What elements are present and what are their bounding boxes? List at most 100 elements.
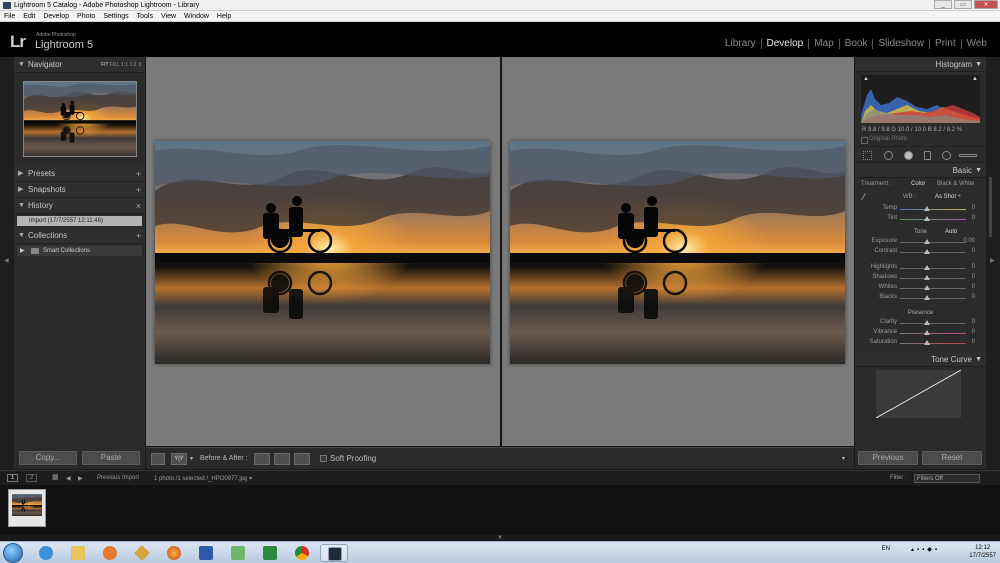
collapse-right-icon[interactable]: ▶ bbox=[990, 257, 995, 264]
previous-button[interactable]: Previous bbox=[858, 451, 918, 465]
temp-value[interactable]: 0 bbox=[972, 205, 975, 211]
wb-eyedropper-icon[interactable]: ⁄ bbox=[863, 192, 865, 202]
menu-settings[interactable]: Settings bbox=[99, 13, 132, 20]
tone-auto-button[interactable]: Auto bbox=[945, 227, 957, 237]
before-after-view-button[interactable]: Y|Y bbox=[171, 453, 187, 465]
zoom-more[interactable]: ⇕ bbox=[138, 62, 142, 68]
taskbar-explorer[interactable] bbox=[64, 544, 92, 562]
snapshots-header[interactable]: ▶ Snapshots + bbox=[14, 182, 145, 198]
temp-slider[interactable]: Temp 0 bbox=[855, 204, 986, 214]
copy-after-to-before-icon[interactable] bbox=[274, 453, 290, 465]
module-book[interactable]: Book bbox=[840, 39, 874, 49]
system-clock[interactable]: 12:12 17/7/2557 bbox=[969, 544, 996, 560]
tint-slider[interactable]: Tint 0 bbox=[855, 214, 986, 224]
add-collection-icon[interactable]: + bbox=[136, 228, 141, 244]
tint-track[interactable] bbox=[900, 219, 966, 220]
shadows-value[interactable]: 0 bbox=[972, 274, 975, 280]
module-print[interactable]: Print bbox=[930, 39, 962, 49]
blacks-value[interactable]: 0 bbox=[972, 294, 975, 300]
filmstrip-thumbnail[interactable] bbox=[8, 489, 46, 527]
taskbar-app7[interactable] bbox=[224, 544, 252, 562]
highlights-slider[interactable]: Highlights 0 bbox=[855, 263, 986, 273]
shadows-track[interactable] bbox=[900, 278, 966, 279]
adjustment-brush-icon[interactable] bbox=[959, 154, 977, 157]
filter-dropdown[interactable]: Filters Off bbox=[914, 474, 980, 483]
tone-curve-graph[interactable] bbox=[876, 370, 961, 418]
exposure-track[interactable] bbox=[900, 242, 966, 243]
basic-header[interactable]: Basic ▼ bbox=[855, 163, 986, 178]
whites-track[interactable] bbox=[900, 288, 966, 289]
clarity-value[interactable]: 0 bbox=[972, 319, 975, 325]
treatment-bw[interactable]: Black & White bbox=[937, 181, 974, 187]
collapse-left-icon[interactable]: ◀ bbox=[4, 257, 9, 264]
view-dropdown-icon[interactable]: ▾ bbox=[190, 455, 193, 462]
toolbar-menu-icon[interactable]: ▾ bbox=[842, 455, 845, 462]
left-panel-toggle[interactable]: ◀ bbox=[0, 57, 14, 469]
add-preset-icon[interactable]: + bbox=[136, 166, 141, 182]
saturation-value[interactable]: 0 bbox=[972, 339, 975, 345]
reset-button[interactable]: Reset bbox=[922, 451, 982, 465]
back-arrow-icon[interactable]: ◀ bbox=[66, 475, 71, 482]
blacks-thumb[interactable] bbox=[924, 295, 930, 300]
clarity-slider[interactable]: Clarity 0 bbox=[855, 318, 986, 328]
whites-value[interactable]: 0 bbox=[972, 284, 975, 290]
module-slideshow[interactable]: Slideshow bbox=[873, 39, 931, 49]
module-map[interactable]: Map bbox=[809, 39, 840, 49]
taskbar-media[interactable] bbox=[96, 544, 124, 562]
taskbar-excel[interactable] bbox=[256, 544, 284, 562]
copy-before-to-after-icon[interactable] bbox=[254, 453, 270, 465]
tray-icons[interactable]: ▴▪▪◆▪ bbox=[911, 546, 940, 553]
saturation-track[interactable] bbox=[900, 343, 966, 344]
clarity-thumb[interactable] bbox=[924, 320, 930, 325]
minimize-button[interactable]: _ bbox=[934, 0, 952, 9]
module-develop[interactable]: Develop bbox=[762, 39, 810, 49]
contrast-value[interactable]: 0 bbox=[972, 248, 975, 254]
saturation-thumb[interactable] bbox=[924, 340, 930, 345]
collections-header[interactable]: ▼ Collections + bbox=[14, 228, 145, 244]
contrast-track[interactable] bbox=[900, 252, 966, 253]
graduated-filter-icon[interactable] bbox=[924, 151, 931, 160]
taskbar-ie[interactable] bbox=[32, 544, 60, 562]
taskbar-app4[interactable] bbox=[128, 544, 156, 562]
contrast-thumb[interactable] bbox=[924, 249, 930, 254]
tone-curve-header[interactable]: Tone Curve ▼ bbox=[855, 352, 986, 367]
after-photo[interactable] bbox=[510, 141, 845, 364]
module-web[interactable]: Web bbox=[962, 39, 992, 49]
maximize-button[interactable]: ▭ bbox=[954, 0, 972, 9]
main-window-button[interactable]: 1 bbox=[7, 474, 19, 482]
language-indicator[interactable]: EN bbox=[882, 546, 890, 552]
menu-develop[interactable]: Develop bbox=[39, 13, 73, 20]
treatment-color[interactable]: Color bbox=[911, 181, 925, 187]
forward-arrow-icon[interactable]: ▶ bbox=[78, 475, 83, 482]
menu-view[interactable]: View bbox=[157, 13, 180, 20]
filmstrip-source[interactable]: Previous Import bbox=[97, 475, 139, 481]
start-button[interactable] bbox=[3, 543, 23, 563]
shadows-thumb[interactable] bbox=[924, 275, 930, 280]
menu-tools[interactable]: Tools bbox=[133, 13, 157, 20]
histogram-header[interactable]: Histogram ▼ bbox=[855, 57, 986, 72]
before-photo[interactable] bbox=[155, 141, 490, 364]
vibrance-slider[interactable]: Vibrance 0 bbox=[855, 328, 986, 338]
shadows-slider[interactable]: Shadows 0 bbox=[855, 273, 986, 283]
paste-button[interactable]: Paste bbox=[82, 451, 140, 465]
vibrance-thumb[interactable] bbox=[924, 330, 930, 335]
swap-before-after-icon[interactable] bbox=[294, 453, 310, 465]
history-header[interactable]: ▼ History × bbox=[14, 198, 145, 214]
vibrance-value[interactable]: 0 bbox=[972, 329, 975, 335]
add-snapshot-icon[interactable]: + bbox=[136, 182, 141, 198]
clarity-track[interactable] bbox=[900, 323, 966, 324]
zoom-fill[interactable]: FILL bbox=[110, 62, 120, 68]
taskbar-word[interactable] bbox=[192, 544, 220, 562]
module-library[interactable]: Library bbox=[720, 39, 762, 49]
blacks-track[interactable] bbox=[900, 298, 966, 299]
navigator-header[interactable]: ▼ Navigator FIT FILL 1:1 1:2 ⇕ bbox=[14, 57, 145, 73]
taskbar-chrome[interactable] bbox=[288, 544, 316, 562]
highlights-track[interactable] bbox=[900, 268, 966, 269]
highlights-thumb[interactable] bbox=[924, 265, 930, 270]
temp-thumb[interactable] bbox=[924, 206, 930, 211]
shadow-clipping-icon[interactable]: ▲ bbox=[863, 76, 869, 82]
spot-removal-icon[interactable] bbox=[884, 151, 893, 160]
contrast-slider[interactable]: Contrast 0 bbox=[855, 247, 986, 257]
menu-photo[interactable]: Photo bbox=[73, 13, 99, 20]
highlight-clipping-icon[interactable]: ▲ bbox=[972, 76, 978, 82]
